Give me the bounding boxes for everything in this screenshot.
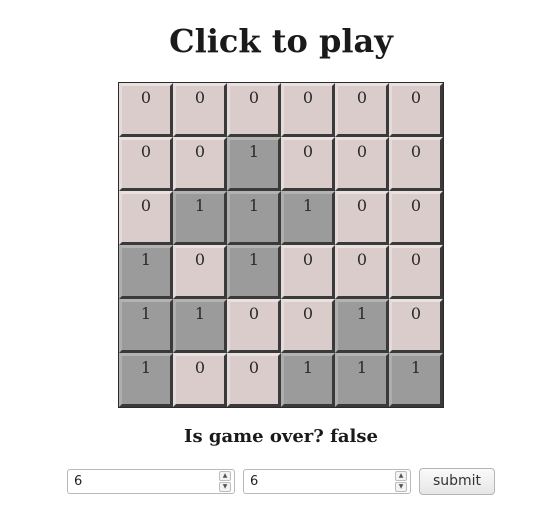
board-cell[interactable]: 1: [227, 137, 281, 191]
board-cell[interactable]: 0: [227, 353, 281, 407]
board-cell[interactable]: 0: [173, 245, 227, 299]
board-cell[interactable]: 0: [227, 83, 281, 137]
cols-input-value: 6: [250, 474, 259, 489]
board-cell[interactable]: 1: [335, 353, 389, 407]
board-cell[interactable]: 0: [119, 191, 173, 245]
game-board: 000000001000011100101000110010100111: [118, 82, 444, 408]
game-status: Is game over? false: [184, 426, 378, 447]
board-cell[interactable]: 1: [119, 353, 173, 407]
board-cell[interactable]: 0: [173, 353, 227, 407]
board-cell[interactable]: 0: [119, 137, 173, 191]
board-cell[interactable]: 1: [119, 299, 173, 353]
rows-input-value: 6: [74, 474, 83, 489]
board-cell[interactable]: 0: [335, 137, 389, 191]
board-cell[interactable]: 0: [389, 137, 443, 191]
board-cell[interactable]: 1: [335, 299, 389, 353]
rows-input[interactable]: 6 ▲ ▼: [67, 469, 235, 494]
board-cell[interactable]: 0: [389, 191, 443, 245]
board-cell[interactable]: 0: [281, 245, 335, 299]
board-cell[interactable]: 0: [335, 191, 389, 245]
board-cell[interactable]: 0: [173, 83, 227, 137]
board-cell[interactable]: 1: [119, 245, 173, 299]
board-cell[interactable]: 0: [281, 299, 335, 353]
board-cell[interactable]: 0: [389, 299, 443, 353]
board-cell[interactable]: 0: [335, 245, 389, 299]
submit-button[interactable]: submit: [419, 468, 495, 495]
board-cell[interactable]: 1: [173, 299, 227, 353]
board-cell[interactable]: 1: [227, 245, 281, 299]
board-cell[interactable]: 0: [335, 83, 389, 137]
board-cell[interactable]: 1: [173, 191, 227, 245]
board-cell[interactable]: 0: [389, 83, 443, 137]
rows-spinner: ▲ ▼: [219, 471, 231, 492]
rows-increment-icon[interactable]: ▲: [219, 471, 231, 481]
board-cell[interactable]: 0: [281, 137, 335, 191]
board-cell[interactable]: 1: [389, 353, 443, 407]
rows-decrement-icon[interactable]: ▼: [219, 482, 231, 492]
board-cell[interactable]: 0: [227, 299, 281, 353]
cols-input[interactable]: 6 ▲ ▼: [243, 469, 411, 494]
board-cell[interactable]: 1: [281, 353, 335, 407]
cols-spinner: ▲ ▼: [395, 471, 407, 492]
board-cell[interactable]: 1: [281, 191, 335, 245]
board-cell[interactable]: 0: [119, 83, 173, 137]
board-cell[interactable]: 0: [173, 137, 227, 191]
cols-decrement-icon[interactable]: ▼: [395, 482, 407, 492]
cols-increment-icon[interactable]: ▲: [395, 471, 407, 481]
board-cell[interactable]: 1: [227, 191, 281, 245]
board-cell[interactable]: 0: [281, 83, 335, 137]
board-cell[interactable]: 0: [389, 245, 443, 299]
page-title: Click to play: [169, 22, 393, 60]
